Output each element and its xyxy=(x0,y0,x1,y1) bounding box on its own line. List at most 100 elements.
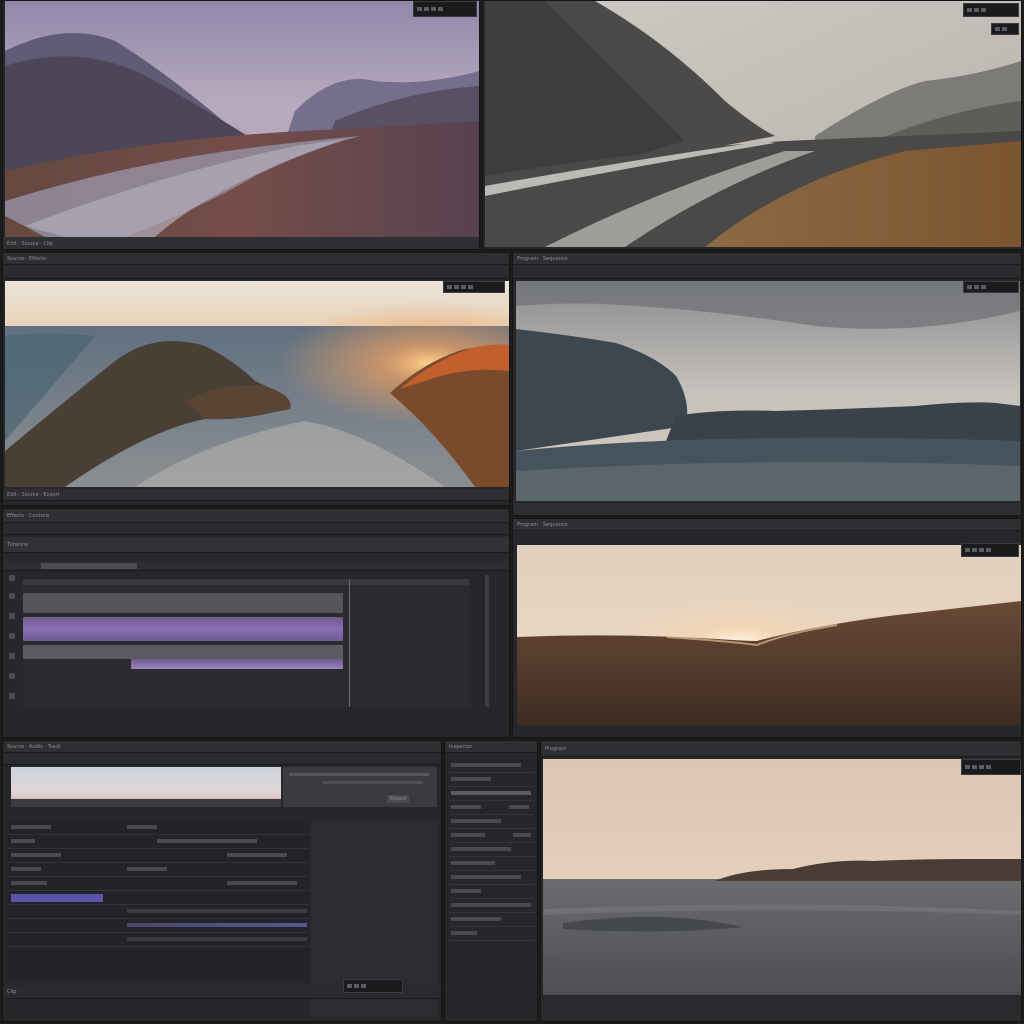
property-row[interactable] xyxy=(7,891,309,905)
footer-label: Edit · Source · Clip xyxy=(7,240,53,247)
viewer-panel-mid-left: Source · Effects Edit · Source · Export xyxy=(2,252,510,506)
track-eye-icon[interactable] xyxy=(9,673,15,679)
viewer-controls[interactable] xyxy=(443,281,505,293)
inspector-row[interactable] xyxy=(449,815,535,829)
track-eye-icon[interactable] xyxy=(9,593,15,599)
timeline-header-label: Effects · Controls xyxy=(7,512,50,519)
property-row[interactable] xyxy=(7,863,309,877)
transport-controls[interactable] xyxy=(343,979,403,993)
video-clip[interactable] xyxy=(23,645,343,659)
viewer-footer-bar: Edit · Source · Export xyxy=(3,489,509,501)
clip-info-box: Export xyxy=(283,767,437,807)
timeline-ruler[interactable] xyxy=(23,579,469,585)
fullscreen-icon[interactable] xyxy=(981,8,986,12)
track-mute-icon[interactable] xyxy=(9,613,15,619)
viewer-controls-secondary[interactable] xyxy=(991,23,1019,35)
step-forward-icon[interactable] xyxy=(979,548,984,552)
inspector-row[interactable] xyxy=(449,857,535,871)
play-icon[interactable] xyxy=(424,7,429,11)
panel-subheader-bar xyxy=(513,265,1021,279)
property-row[interactable] xyxy=(7,933,309,947)
audio-clip[interactable] xyxy=(131,659,343,669)
inspector-panel: Inspector xyxy=(444,740,538,1022)
pause-icon[interactable] xyxy=(974,8,979,12)
inspector-row[interactable] xyxy=(449,913,535,927)
inspector-row[interactable] xyxy=(449,885,535,899)
timeline-vertical-scrollbar[interactable] xyxy=(485,575,489,707)
fullscreen-icon[interactable] xyxy=(986,548,991,552)
viewer-controls[interactable] xyxy=(961,759,1021,775)
property-row[interactable] xyxy=(7,877,309,891)
video-frame-river-valley xyxy=(5,1,479,237)
inspector-row[interactable] xyxy=(449,843,535,857)
export-button[interactable]: Export xyxy=(387,795,410,803)
step-forward-icon[interactable] xyxy=(461,285,466,289)
thumbnail-preview[interactable] xyxy=(11,767,281,807)
play-icon[interactable] xyxy=(454,285,459,289)
play-icon[interactable] xyxy=(967,285,972,289)
property-row[interactable] xyxy=(7,849,309,863)
step-back-icon[interactable] xyxy=(965,765,970,769)
pause-icon[interactable] xyxy=(974,285,979,289)
fullscreen-icon[interactable] xyxy=(986,765,991,769)
property-row[interactable] xyxy=(7,919,309,933)
inspector-row[interactable] xyxy=(449,801,535,815)
video-clip[interactable] xyxy=(23,593,343,613)
inspector-row[interactable] xyxy=(449,773,535,787)
inspector-row[interactable] xyxy=(449,927,535,941)
timeline-zoom-slider[interactable] xyxy=(41,563,137,569)
property-row[interactable] xyxy=(7,905,309,919)
step-back-icon[interactable] xyxy=(417,7,422,11)
step-forward-icon[interactable] xyxy=(979,765,984,769)
viewer-footer-bar xyxy=(541,999,1021,1021)
inspector-row[interactable] xyxy=(449,829,535,843)
viewer-footer-bar xyxy=(513,503,1021,515)
play-icon[interactable] xyxy=(967,8,972,12)
timeline-title-bar: Timeline xyxy=(3,537,509,553)
track-lock-icon[interactable] xyxy=(9,653,15,659)
track-lock-icon[interactable] xyxy=(9,575,15,581)
info-line xyxy=(323,781,423,784)
viewer-controls[interactable] xyxy=(963,3,1019,17)
timeline-header-bar: Effects · Controls xyxy=(3,509,509,523)
viewer-controls[interactable] xyxy=(413,1,477,17)
viewer-panel-top-right xyxy=(482,0,1022,250)
properties-list xyxy=(7,821,309,981)
inspector-row[interactable] xyxy=(449,787,535,801)
panel-header-label: Source · Effects xyxy=(7,255,46,262)
viewer-controls[interactable] xyxy=(961,543,1019,557)
step-forward-icon[interactable] xyxy=(431,7,436,11)
video-frame-calm-sea xyxy=(543,759,1021,995)
play-icon[interactable] xyxy=(354,984,359,988)
inspector-row[interactable] xyxy=(449,899,535,913)
step-forward-icon[interactable] xyxy=(361,984,366,988)
panel-header-bar: Program · Sequence xyxy=(513,253,1021,265)
track-solo-icon[interactable] xyxy=(9,633,15,639)
viewer-controls[interactable] xyxy=(963,281,1019,293)
fullscreen-icon[interactable] xyxy=(981,285,986,289)
step-forward-icon[interactable] xyxy=(995,27,1000,31)
play-icon[interactable] xyxy=(972,765,977,769)
play-icon[interactable] xyxy=(972,548,977,552)
panel-header-bar: Program · Sequence xyxy=(513,519,1021,531)
panel-header-label: Program · Sequence xyxy=(517,255,568,262)
viewer-footer-bar: Edit · Source · Clip xyxy=(3,237,479,249)
step-back-icon[interactable] xyxy=(965,548,970,552)
property-row[interactable] xyxy=(7,835,309,849)
viewer-header-label: Program xyxy=(545,745,567,752)
inspector-row[interactable] xyxy=(449,871,535,885)
fullscreen-icon[interactable] xyxy=(1002,27,1007,31)
step-back-icon[interactable] xyxy=(347,984,352,988)
property-row[interactable] xyxy=(7,821,309,835)
audio-clip[interactable] xyxy=(23,617,343,641)
timeline-track-area[interactable] xyxy=(23,579,469,707)
purple-clip-block[interactable] xyxy=(11,894,103,902)
step-back-icon[interactable] xyxy=(447,285,452,289)
viewer-panel-mid-right: Program · Sequence xyxy=(512,252,1022,516)
fullscreen-icon[interactable] xyxy=(468,285,473,289)
track-mute-icon[interactable] xyxy=(9,693,15,699)
inspector-row[interactable] xyxy=(449,759,535,773)
timeline-toolbar xyxy=(3,561,509,571)
playhead[interactable] xyxy=(349,579,350,707)
fullscreen-icon[interactable] xyxy=(438,7,443,11)
